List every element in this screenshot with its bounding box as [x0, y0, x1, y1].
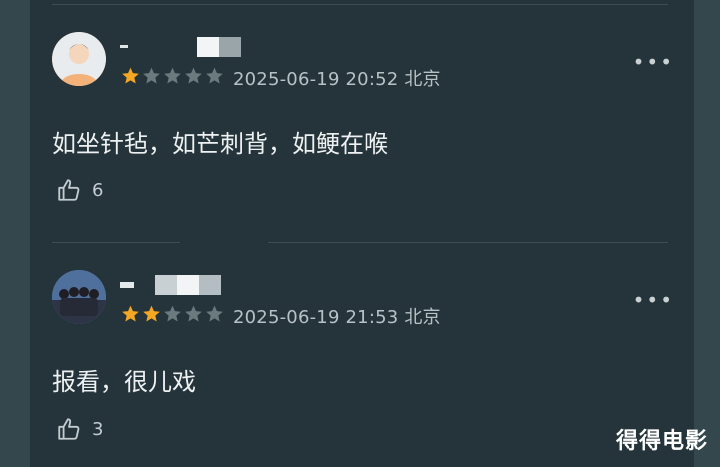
- star-icon: [122, 305, 139, 322]
- comment-item: 2025-06-19 21:53 北京 ••• 报看，很儿戏 3: [52, 270, 672, 460]
- watermark: 得得电影: [615, 429, 708, 454]
- star-icon: [122, 67, 139, 84]
- like-count: 3: [92, 418, 104, 440]
- comment-text: 如坐针毡，如芒刺背，如鲠在喉: [52, 130, 388, 158]
- rating-stars: [120, 304, 225, 324]
- comment-date: 2025-06-19 21:53 北京: [233, 307, 441, 328]
- like-button[interactable]: 3: [56, 416, 103, 442]
- more-icon[interactable]: •••: [633, 50, 674, 74]
- star-icon: [185, 67, 202, 84]
- star-icon: [164, 67, 181, 84]
- username-redacted: [120, 36, 242, 58]
- star-icon: [164, 305, 181, 322]
- star-icon: [206, 305, 223, 322]
- username-redacted: [120, 274, 222, 296]
- star-icon: [185, 305, 202, 322]
- avatar[interactable]: [52, 270, 106, 324]
- comment-text: 报看，很儿戏: [52, 368, 196, 396]
- star-icon: [143, 305, 160, 322]
- separator: [268, 242, 668, 243]
- comment-item: 2025-06-19 20:52 北京 ••• 如坐针毡，如芒刺背，如鲠在喉 6: [52, 32, 672, 242]
- avatar-image: [52, 270, 106, 324]
- avatar-image: [52, 32, 106, 86]
- top-divider: [52, 4, 668, 5]
- comment-list: 2025-06-19 20:52 北京 ••• 如坐针毡，如芒刺背，如鲠在喉 6: [30, 0, 694, 467]
- avatar[interactable]: [52, 32, 106, 86]
- like-count: 6: [92, 179, 104, 201]
- more-icon[interactable]: •••: [633, 288, 674, 312]
- thumbs-up-icon: [58, 179, 80, 201]
- rating-stars: [120, 66, 225, 86]
- comment-date: 2025-06-19 20:52 北京: [233, 69, 441, 90]
- like-button[interactable]: 6: [56, 177, 103, 203]
- star-icon: [143, 67, 160, 84]
- right-margin: [694, 0, 720, 467]
- left-margin: [0, 0, 30, 467]
- separator: [52, 242, 180, 243]
- thumbs-up-icon: [58, 418, 80, 440]
- star-icon: [206, 67, 223, 84]
